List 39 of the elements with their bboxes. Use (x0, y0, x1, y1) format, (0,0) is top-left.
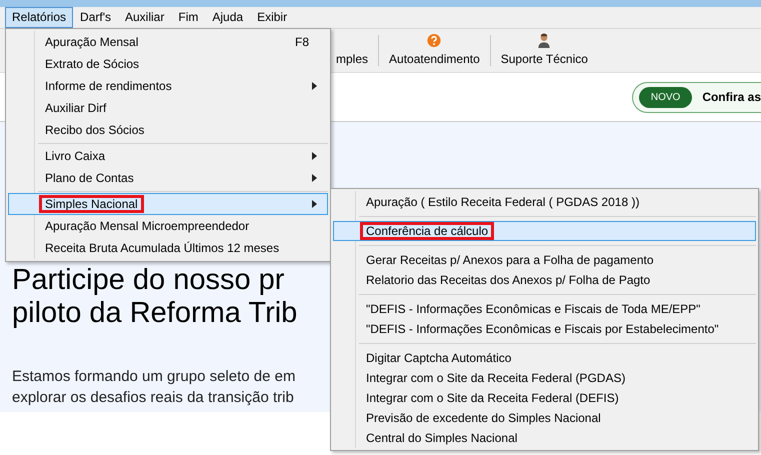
menu-item[interactable]: Central do Simples Nacional (333, 428, 756, 448)
menu-item[interactable]: Apuração ( Estilo Receita Federal ( PGDAS 2018 )) (333, 192, 756, 212)
menu-item[interactable]: Livro Caixa (8, 145, 328, 167)
banner-text: Confira as (702, 90, 761, 104)
announcement-banner[interactable]: NOVO Confira as (632, 82, 761, 112)
menu-item[interactable]: Integrar com o Site da Receita Federal (PGDAS) (333, 368, 756, 388)
menu-item[interactable]: Relatorio das Receitas dos Anexos p/ Folha de Pagto (333, 270, 756, 290)
menu-item[interactable]: Receita Bruta Acumulada Últimos 12 meses (8, 237, 328, 259)
menu-item[interactable]: Auxiliar Dirf (8, 97, 328, 119)
menu-bar-item[interactable]: Exibir (250, 7, 294, 28)
new-badge: NOVO (638, 86, 692, 108)
menu-item[interactable]: "DEFIS - Informações Econômicas e Fiscais de Toda ME/EPP" (333, 299, 756, 319)
menu-item[interactable]: Gerar Receitas p/ Anexos para a Folha de pagamento (333, 250, 756, 270)
menu-item[interactable]: Apuração Mensal Microempreendedor (8, 215, 328, 237)
paragraph-text: Estamos formando um grupo seleto de em (12, 367, 296, 387)
menu-item[interactable]: Apuração Mensal F8 (8, 31, 328, 53)
headline-text: Participe do nosso pr (12, 264, 284, 297)
toolbar-button[interactable]: mples (332, 29, 378, 72)
help-icon (426, 33, 442, 48)
paragraph-text: explorar os desafios reais da transição trib (12, 388, 294, 408)
menu-item[interactable]: Informe de rendimentos (8, 75, 328, 97)
menu-bar-item[interactable]: Relatórios (5, 7, 74, 28)
menu-item[interactable]: Simples Nacional (8, 193, 328, 215)
menu-item[interactable]: Integrar com o Site da Receita Federal (DEFIS) (333, 388, 756, 408)
menu-item[interactable]: "DEFIS - Informações Econômicas e Fiscais por Estabelecimento" (333, 319, 756, 339)
menu-item[interactable]: Digitar Captcha Automático (333, 348, 756, 368)
toolbar-button[interactable]: Suporte Técnico (490, 29, 598, 72)
menu-item[interactable]: Conferência de cálculo (333, 221, 756, 241)
headline-text: piloto da Reforma Trib (12, 297, 298, 330)
menu-item[interactable]: Previsão de excedente do Simples Nacional (333, 408, 756, 428)
person-icon (536, 33, 552, 48)
menu-bar-item[interactable]: Ajuda (205, 7, 250, 28)
menu-item[interactable]: Plano de Contas (8, 167, 328, 189)
menu-bar-item[interactable]: Fim (171, 7, 206, 28)
menu-bar-item[interactable]: Darf's (73, 7, 118, 28)
toolbar-button[interactable]: Autoatendimento (379, 29, 490, 72)
menu-item[interactable]: Extrato de Sócios (8, 53, 328, 75)
menu-item[interactable]: Recibo dos Sócios (8, 119, 328, 141)
menu-bar-item[interactable]: Auxiliar (118, 7, 172, 28)
